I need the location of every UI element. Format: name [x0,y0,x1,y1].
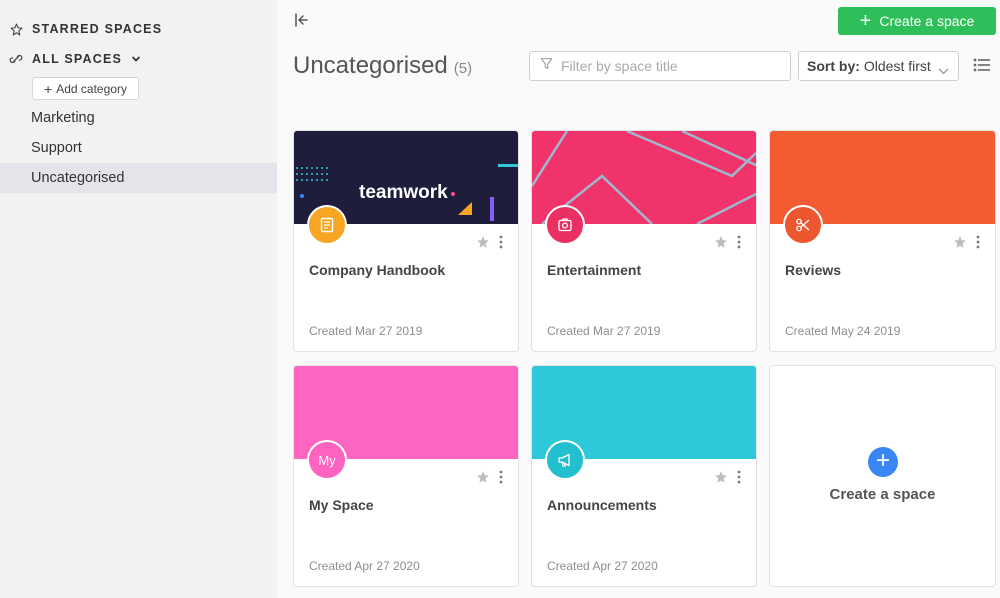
all-spaces-header[interactable]: ALL SPACES [0,51,277,67]
sort-prefix: Sort by: [807,58,860,74]
space-name: Reviews [785,262,842,278]
space-name: Entertainment [547,262,642,278]
create-space-card-label: Create a space [829,486,936,503]
space-card[interactable]: Announcements Created Apr 27 2020 [531,365,757,587]
filter-icon [540,57,553,75]
space-count: (5) [453,60,473,77]
collapse-sidebar-icon[interactable] [294,12,312,30]
space-created-date: Created Mar 27 2019 [547,324,661,338]
sidebar-item-marketing[interactable]: Marketing [0,103,277,133]
list-view-icon[interactable] [973,57,991,73]
filter-input[interactable] [561,58,781,74]
all-spaces-label: ALL SPACES [32,52,123,66]
space-card[interactable]: Reviews Created May 24 2019 [769,130,996,352]
space-card[interactable]: My My Space Created Apr 27 2020 [293,365,519,587]
sidebar-item-label: Uncategorised [31,170,125,186]
teamwork-logo: teamwork [359,182,448,203]
space-avatar: My [307,440,347,480]
sidebar-item-label: Support [31,140,82,156]
chevron-down-icon[interactable] [131,54,141,64]
star-icon[interactable] [953,235,967,249]
space-name: Announcements [547,497,657,513]
create-space-button[interactable]: + Create a space [838,7,996,35]
more-options-icon[interactable] [736,470,742,484]
space-created-date: Created Apr 27 2020 [547,559,658,573]
more-options-icon[interactable] [975,235,981,249]
page-title: Uncategorised (5) [293,52,472,80]
space-created-date: Created May 24 2019 [785,324,901,338]
add-category-button[interactable]: + Add category [32,77,139,100]
camera-icon [545,205,585,245]
more-options-icon[interactable] [736,235,742,249]
star-outline-icon [9,22,23,36]
space-created-date: Created Apr 27 2020 [309,559,420,573]
star-icon[interactable] [714,470,728,484]
sort-value: Oldest first [863,58,931,74]
star-icon[interactable] [476,470,490,484]
more-options-icon[interactable] [498,470,504,484]
space-created-date: Created Mar 27 2019 [309,324,423,338]
create-space-card[interactable]: + Create a space [769,365,996,587]
page-title-text: Uncategorised [293,52,448,79]
plus-icon: + [44,80,53,97]
sidebar: STARRED SPACES ALL SPACES + Add category… [0,0,277,598]
sidebar-item-label: Marketing [31,110,95,126]
spaces-link-icon [9,52,23,66]
scissors-icon [783,205,823,245]
create-space-label: Create a space [879,13,975,29]
chevron-down-icon [938,62,949,78]
more-options-icon[interactable] [498,235,504,249]
plus-circle-icon: + [868,447,898,477]
space-card[interactable]: teamwork Company Handbook Created Mar 27… [293,130,519,352]
space-card[interactable]: Entertainment Created Mar 27 2019 [531,130,757,352]
megaphone-icon [545,440,585,480]
sidebar-item-support[interactable]: Support [0,133,277,163]
sidebar-item-uncategorised[interactable]: Uncategorised [0,163,277,193]
handbook-icon [307,205,347,245]
sort-dropdown[interactable]: Sort by: Oldest first [798,51,959,81]
starred-spaces-header[interactable]: STARRED SPACES [0,21,277,37]
space-name: Company Handbook [309,262,446,278]
space-name: My Space [309,497,374,513]
plus-icon: + [859,10,872,32]
filter-field[interactable] [529,51,791,81]
add-category-label: Add category [56,81,127,96]
starred-spaces-label: STARRED SPACES [32,22,163,36]
star-icon[interactable] [714,235,728,249]
star-icon[interactable] [476,235,490,249]
